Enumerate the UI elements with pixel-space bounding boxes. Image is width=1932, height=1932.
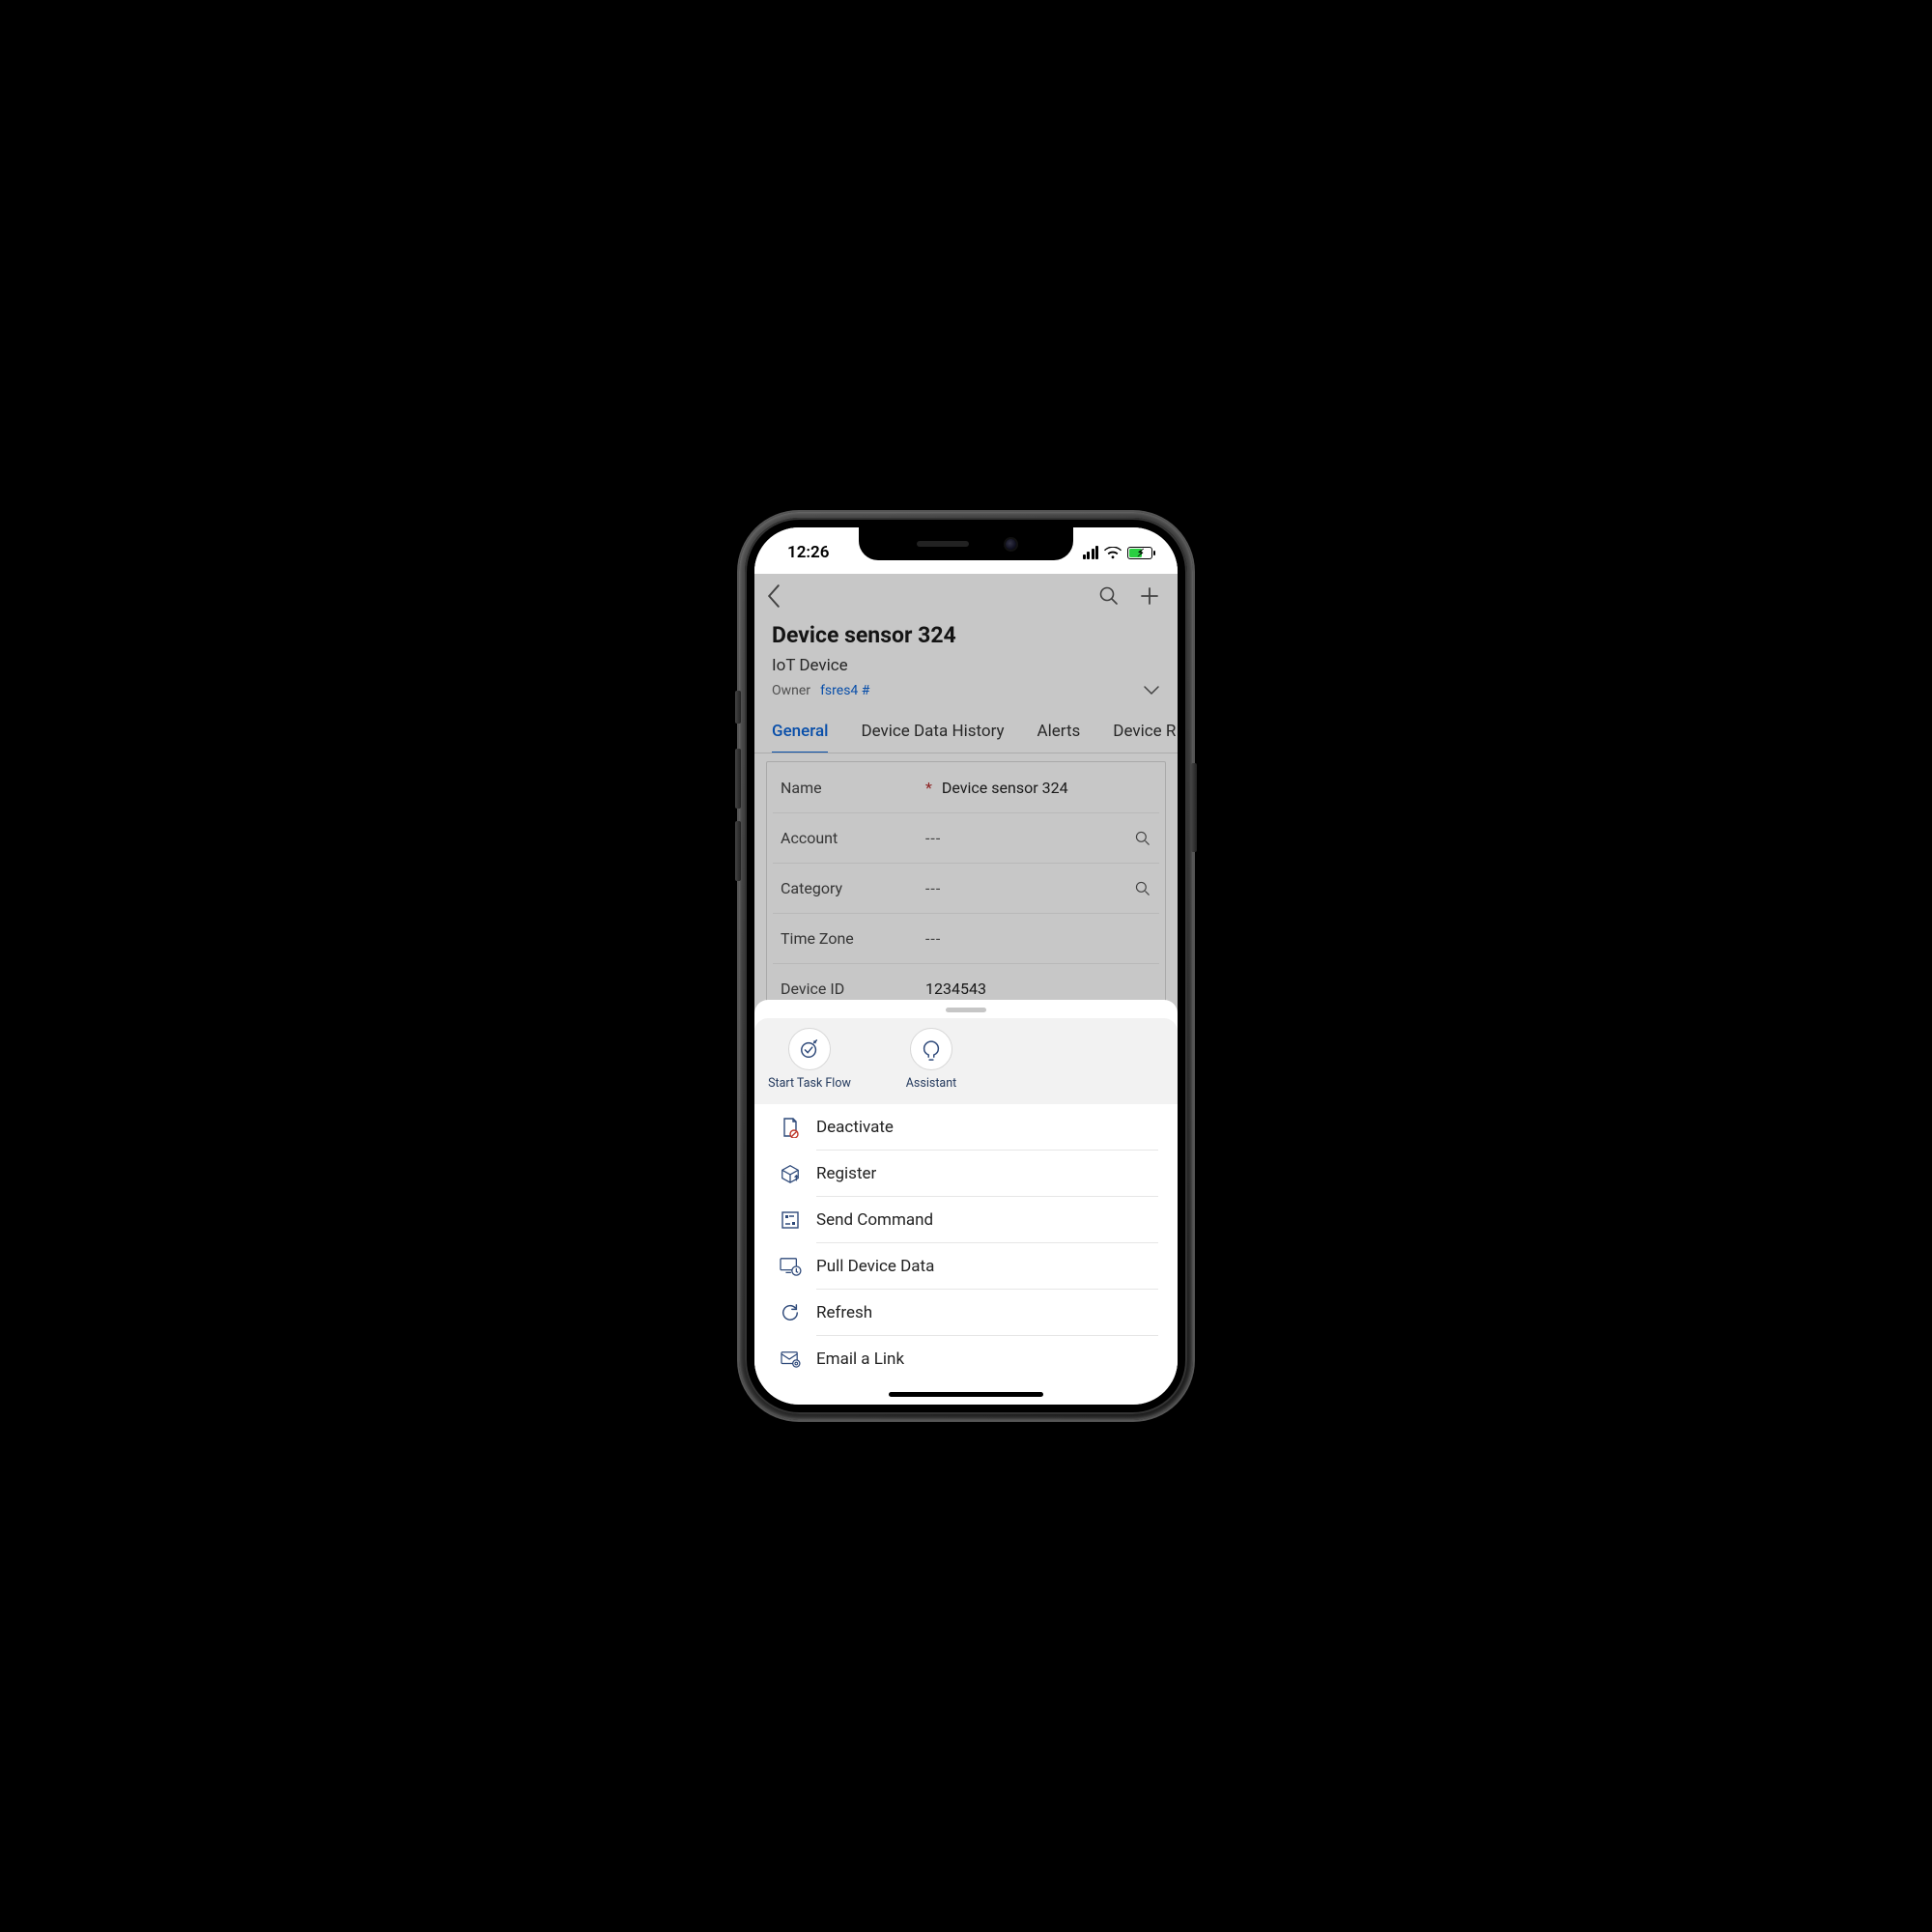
screen: 12:26 ⚡︎ bbox=[754, 527, 1178, 1405]
sheet-grip[interactable] bbox=[946, 1008, 986, 1012]
volume-up-button bbox=[735, 749, 741, 809]
action-pull-device-data[interactable]: Pull Device Data bbox=[754, 1243, 1178, 1290]
speaker bbox=[917, 541, 969, 547]
action-deactivate-label: Deactivate bbox=[816, 1104, 1158, 1151]
action-send-command-label: Send Command bbox=[816, 1197, 1158, 1243]
front-camera bbox=[1006, 539, 1016, 550]
quick-assistant-label: Assistant bbox=[906, 1076, 956, 1091]
action-register[interactable]: Register bbox=[754, 1151, 1178, 1197]
quick-assistant[interactable]: Assistant bbox=[888, 1028, 975, 1091]
action-deactivate[interactable]: Deactivate bbox=[754, 1104, 1178, 1151]
status-time: 12:26 bbox=[778, 539, 829, 562]
send-command-icon bbox=[774, 1210, 807, 1230]
task-flow-icon bbox=[788, 1028, 831, 1070]
volume-down-button bbox=[735, 821, 741, 881]
action-refresh[interactable]: Refresh bbox=[754, 1290, 1178, 1336]
email-link-icon bbox=[774, 1350, 807, 1368]
mute-switch bbox=[735, 691, 741, 724]
battery-icon: ⚡︎ bbox=[1127, 547, 1152, 559]
home-indicator[interactable] bbox=[889, 1392, 1043, 1397]
pull-data-icon bbox=[774, 1257, 807, 1276]
action-pull-device-data-label: Pull Device Data bbox=[816, 1243, 1158, 1290]
action-register-label: Register bbox=[816, 1151, 1158, 1197]
action-refresh-label: Refresh bbox=[816, 1290, 1158, 1336]
wifi-icon bbox=[1104, 547, 1122, 559]
signal-icon bbox=[1083, 546, 1099, 559]
phone-frame: 12:26 ⚡︎ bbox=[739, 512, 1193, 1420]
action-email-link-label: Email a Link bbox=[816, 1336, 1158, 1382]
action-email-link[interactable]: Email a Link bbox=[754, 1336, 1178, 1382]
action-send-command[interactable]: Send Command bbox=[754, 1197, 1178, 1243]
quick-start-task-flow[interactable]: Start Task Flow bbox=[766, 1028, 853, 1091]
refresh-icon bbox=[774, 1303, 807, 1322]
notch bbox=[859, 527, 1073, 560]
action-sheet: Start Task Flow Assistant bbox=[754, 1000, 1178, 1405]
quick-start-task-flow-label: Start Task Flow bbox=[768, 1076, 851, 1091]
power-button bbox=[1191, 763, 1197, 852]
assistant-icon bbox=[910, 1028, 952, 1070]
deactivate-icon bbox=[774, 1117, 807, 1138]
register-icon bbox=[774, 1163, 807, 1184]
